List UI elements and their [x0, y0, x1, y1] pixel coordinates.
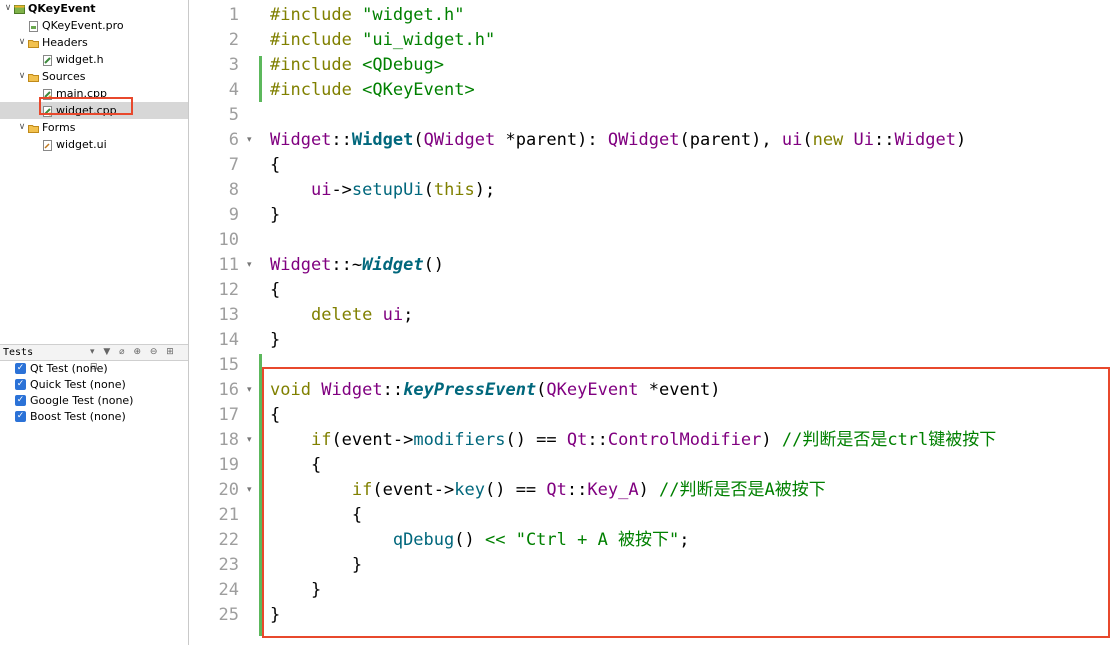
- tree-item-label: widget.h: [56, 53, 104, 66]
- tree-item[interactable]: ∨ QKeyEvent: [0, 0, 188, 17]
- fold-marker-icon[interactable]: ▾: [247, 252, 252, 278]
- fold-marker-icon[interactable]: ▾: [247, 477, 252, 503]
- test-framework-label: Google Test (none): [30, 394, 134, 407]
- line-number: 9: [228, 205, 239, 225]
- code-editor[interactable]: 1 #include "widget.h" 2 #include "ui_widget…: [189, 0, 1112, 645]
- test-framework-label: Quick Test (none): [30, 378, 126, 391]
- line-number: 3: [228, 55, 239, 75]
- fold-marker-icon[interactable]: ▾: [247, 427, 252, 453]
- code-line: 8 ui->setupUi(this);: [189, 177, 1112, 203]
- code-line: 1 #include "widget.h": [189, 2, 1112, 28]
- fold-marker-icon[interactable]: ▾: [247, 377, 252, 403]
- code-line: 14}: [189, 327, 1112, 353]
- code-line: 4 #include <QKeyEvent>: [189, 77, 1112, 103]
- line-number: 4: [228, 80, 239, 100]
- code-line: 11 ▾ Widget::~Widget(): [189, 252, 1112, 278]
- tree-item[interactable]: widget.h: [0, 51, 188, 68]
- code-text[interactable]: }: [270, 327, 280, 353]
- chevron-down-icon[interactable]: ∨: [17, 34, 27, 51]
- chevron-down-icon[interactable]: ∨: [17, 68, 27, 85]
- line-number: 21: [218, 505, 239, 525]
- tree-item[interactable]: ∨ Sources: [0, 68, 188, 85]
- tests-panel-header: Tests ▾ ▼ ⌀ ⊕ ⊖ ⊞ ⊟: [0, 344, 188, 372]
- checkbox-checked-icon[interactable]: ✓: [15, 395, 26, 406]
- tree-item-label: QKeyEvent: [28, 2, 96, 15]
- line-number: 11: [218, 255, 239, 275]
- folder-icon: [28, 71, 39, 82]
- tree-item[interactable]: ∨ Forms: [0, 119, 188, 136]
- pro-file-icon: [28, 20, 39, 32]
- line-number: 16: [218, 380, 239, 400]
- code-line: 2 #include "ui_widget.h": [189, 27, 1112, 53]
- folder-icon: [28, 122, 39, 133]
- line-number: 24: [218, 580, 239, 600]
- line-number: 23: [218, 555, 239, 575]
- tree-item[interactable]: ∨ Headers: [0, 34, 188, 51]
- line-number: 19: [218, 455, 239, 475]
- tree-item-label: Sources: [42, 70, 86, 83]
- tree-item-label: QKeyEvent.pro: [42, 19, 124, 32]
- ui-file-icon: [42, 139, 53, 151]
- line-number: 15: [218, 355, 239, 375]
- line-number: 17: [218, 405, 239, 425]
- line-number: 25: [218, 605, 239, 625]
- line-number: 18: [218, 430, 239, 450]
- code-line: 5: [189, 102, 1112, 128]
- code-text[interactable]: #include "ui_widget.h": [270, 27, 495, 53]
- selected-file-highlight: [39, 97, 133, 115]
- line-number: 5: [228, 105, 239, 125]
- header-file-icon: [42, 54, 53, 66]
- line-number: 22: [218, 530, 239, 550]
- code-line: 13 delete ui;: [189, 302, 1112, 328]
- project-sidebar: ∨ QKeyEvent QKeyEvent.pro ∨ Headers widget.h ∨…: [0, 0, 189, 645]
- line-number: 8: [228, 180, 239, 200]
- code-line: 3 #include <QDebug>: [189, 52, 1112, 78]
- tree-item[interactable]: QKeyEvent.pro: [0, 17, 188, 34]
- test-framework-label: Qt Test (none): [30, 362, 108, 375]
- line-number: 6: [228, 130, 239, 150]
- code-text[interactable]: }: [270, 202, 280, 228]
- fold-marker-icon[interactable]: ▾: [247, 127, 252, 153]
- code-line: 10: [189, 227, 1112, 253]
- code-line: 12 {: [189, 277, 1112, 303]
- line-number: 10: [218, 230, 239, 250]
- code-line: 7{: [189, 152, 1112, 178]
- code-text[interactable]: #include <QDebug>: [270, 52, 444, 78]
- chevron-down-icon[interactable]: ∨: [17, 119, 27, 136]
- code-line: 6 ▾ Widget::Widget(QWidget *parent): QWidg…: [189, 127, 1112, 153]
- tree-item-label: Forms: [42, 121, 76, 134]
- code-text[interactable]: #include "widget.h": [270, 2, 464, 28]
- line-number: 7: [228, 155, 239, 175]
- project-icon: [14, 3, 25, 14]
- code-highlight-box: [262, 367, 1110, 638]
- code-line: 9}: [189, 202, 1112, 228]
- test-framework-label: Boost Test (none): [30, 410, 126, 423]
- code-text[interactable]: {: [270, 152, 280, 178]
- code-text[interactable]: {: [270, 277, 280, 303]
- line-number: 20: [218, 480, 239, 500]
- line-number: 2: [228, 30, 239, 50]
- line-number: 12: [218, 280, 239, 300]
- code-text[interactable]: #include <QKeyEvent>: [270, 77, 475, 103]
- checkbox-checked-icon[interactable]: ✓: [15, 363, 26, 374]
- code-text[interactable]: Widget::Widget(QWidget *parent): QWidget…: [270, 127, 966, 153]
- folder-icon: [28, 37, 39, 48]
- tests-panel-title: Tests: [3, 347, 34, 358]
- line-number: 13: [218, 305, 239, 325]
- code-text[interactable]: delete ui;: [270, 302, 413, 328]
- tree-item-label: Headers: [42, 36, 88, 49]
- line-number: 1: [228, 5, 239, 25]
- line-number: 14: [218, 330, 239, 350]
- tree-item-label: widget.ui: [56, 138, 107, 151]
- code-text[interactable]: ui->setupUi(this);: [270, 177, 495, 203]
- tree-item[interactable]: widget.ui: [0, 136, 188, 153]
- code-text[interactable]: Widget::~Widget(): [270, 252, 444, 278]
- chevron-down-icon[interactable]: ∨: [3, 0, 13, 17]
- checkbox-checked-icon[interactable]: ✓: [15, 411, 26, 422]
- checkbox-checked-icon[interactable]: ✓: [15, 379, 26, 390]
